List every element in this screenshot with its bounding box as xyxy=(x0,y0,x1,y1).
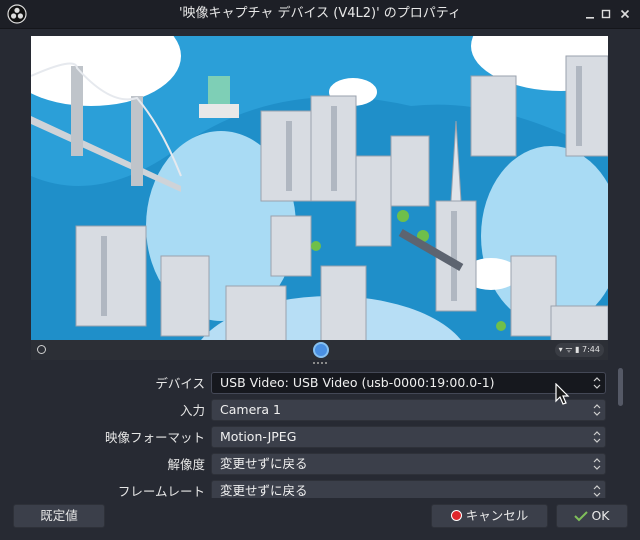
mouse-cursor-icon xyxy=(555,383,570,405)
checkmark-icon xyxy=(574,511,589,522)
framerate-value: 変更せずに戻る xyxy=(220,483,308,498)
framerate-label: フレームレート xyxy=(117,484,205,498)
updown-arrow-icon xyxy=(593,377,601,389)
browser-icon xyxy=(313,342,329,358)
cancel-icon xyxy=(450,510,462,521)
property-row-resolution: 解像度 変更せずに戻る xyxy=(0,453,612,477)
title-bar: '映像キャプチャ デバイス (V4L2)' のプロパティ xyxy=(0,0,640,29)
splitter-handle[interactable] xyxy=(312,362,328,366)
resolution-label: 解像度 xyxy=(167,457,205,472)
cancel-label: キャンセル xyxy=(465,508,529,523)
updown-arrow-icon xyxy=(593,404,601,416)
resolution-select[interactable]: 変更せずに戻る xyxy=(211,453,606,475)
launcher-icon xyxy=(37,345,46,354)
resolution-value: 変更せずに戻る xyxy=(220,456,308,471)
property-row-input: 入力 Camera 1 xyxy=(0,399,612,423)
form-scrollbar[interactable] xyxy=(617,366,625,498)
defaults-button[interactable]: 既定値 xyxy=(13,504,105,528)
ok-label: OK xyxy=(591,508,610,523)
scrollbar-thumb[interactable] xyxy=(618,368,623,406)
input-value: Camera 1 xyxy=(220,402,281,417)
framerate-select[interactable]: 変更せずに戻る xyxy=(211,480,606,498)
taskbar-status: ▾ ᯤ ▮ 7:44 xyxy=(554,343,604,357)
property-row-video-format: 映像フォーマット Motion-JPEG xyxy=(0,426,612,450)
preview-image xyxy=(31,36,608,360)
preview-taskbar: ▾ ᯤ ▮ 7:44 xyxy=(31,340,608,360)
cancel-button[interactable]: キャンセル xyxy=(431,504,548,528)
device-label: デバイス xyxy=(155,376,205,391)
close-icon[interactable] xyxy=(617,6,633,22)
input-label: 入力 xyxy=(179,403,205,418)
video-format-value: Motion-JPEG xyxy=(220,429,297,444)
updown-arrow-icon xyxy=(593,458,601,470)
updown-arrow-icon xyxy=(593,431,601,443)
property-row-framerate: フレームレート 変更せずに戻る xyxy=(0,480,612,498)
maximize-icon[interactable] xyxy=(598,6,614,22)
video-format-label: 映像フォーマット xyxy=(104,430,205,445)
window-title: '映像キャプチャ デバイス (V4L2)' のプロパティ xyxy=(178,6,462,21)
minimize-icon[interactable] xyxy=(582,6,598,22)
ok-button[interactable]: OK xyxy=(556,504,628,528)
updown-arrow-icon xyxy=(593,485,601,497)
video-preview xyxy=(31,36,608,360)
video-format-select[interactable]: Motion-JPEG xyxy=(211,426,606,448)
property-row-device: デバイス USB Video: USB Video (usb-0000:19:0… xyxy=(0,372,612,396)
properties-form: デバイス USB Video: USB Video (usb-0000:19:0… xyxy=(0,368,612,498)
input-select[interactable]: Camera 1 xyxy=(211,399,606,421)
device-value: USB Video: USB Video (usb-0000:19:00.0-1… xyxy=(220,375,495,390)
device-select[interactable]: USB Video: USB Video (usb-0000:19:00.0-1… xyxy=(211,372,606,394)
